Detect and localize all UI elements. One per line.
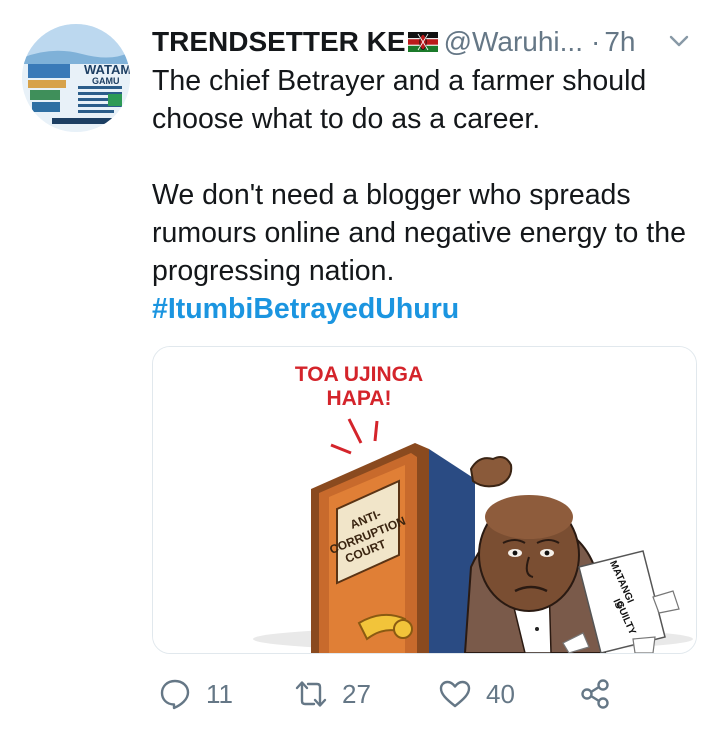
like-button[interactable]: 40 [438,677,515,711]
chevron-down-icon[interactable] [666,28,692,54]
share-button[interactable] [578,677,612,711]
display-name[interactable]: TRENDSETTER KE [152,26,406,58]
reply-icon [160,679,190,710]
share-icon [581,679,609,709]
retweet-button[interactable]: 27 [294,677,371,711]
reply-count: 11 [206,678,233,709]
user-handle[interactable]: @Waruhi... [444,26,583,58]
timestamp[interactable]: 7h [604,26,635,58]
cartoon-caption-line1: TOA UJINGA [295,363,423,386]
heart-icon [439,680,471,708]
cartoon-caption-line2: HAPA! [327,387,392,410]
svg-text:WATAMU: WATAMU [84,62,130,77]
cartoon-illustration: TOA UJINGA HAPA! ANTI- CORRUPTION COURT [153,347,696,653]
tweet-actions: 11 27 40 [152,670,692,718]
reply-button[interactable]: 11 [158,677,233,711]
hashtag-link[interactable]: #ItumbiBetrayedUhuru [152,293,459,325]
tweet-text-paragraph-2: We don't need a blogger who spreads rumo… [152,179,686,287]
svg-text:GAMU: GAMU [92,76,120,86]
retweet-icon [295,681,327,707]
retweet-count: 27 [342,678,371,709]
tweet-text-paragraph-1: The chief Betrayer and a farmer should c… [152,65,647,135]
tweet-text: The chief Betrayer and a farmer should c… [152,62,692,328]
tweet-header: TRENDSETTER KE @Waruhi... · 7h [152,22,700,62]
separator-dot: · [591,26,601,57]
kenya-flag-icon [407,32,438,52]
media-image[interactable]: TOA UJINGA HAPA! ANTI- CORRUPTION COURT [152,346,697,654]
avatar-image: WATAMU GAMU [22,24,130,132]
avatar[interactable]: WATAMU GAMU [22,24,130,132]
like-count: 40 [486,678,515,709]
